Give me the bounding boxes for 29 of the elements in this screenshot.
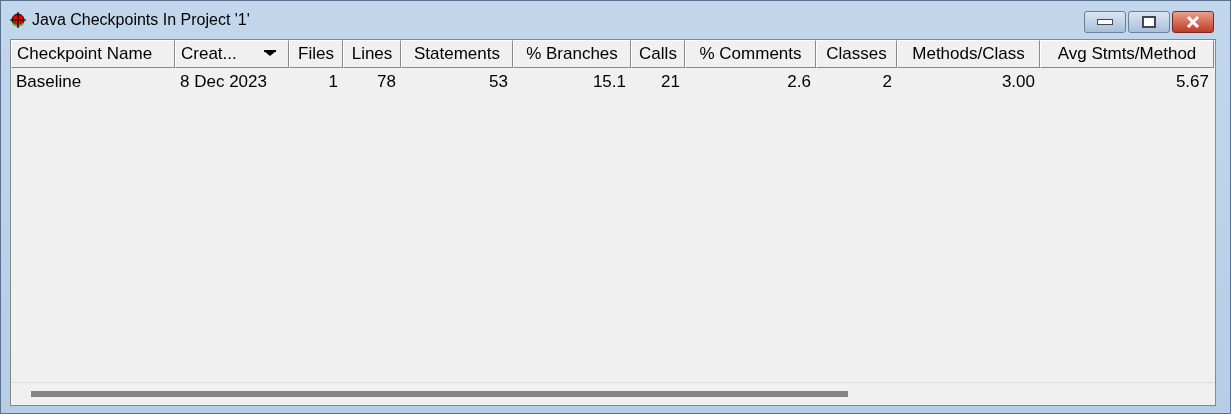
table-cell-text: 5.67 xyxy=(1174,72,1210,92)
table-cell-text: 3.00 xyxy=(1000,72,1036,92)
table-cell-text: 78 xyxy=(376,72,397,92)
table-cell-text: 2 xyxy=(881,72,893,92)
column-header[interactable]: Creat... xyxy=(175,40,289,68)
column-header[interactable]: Calls xyxy=(631,40,685,68)
sort-icon xyxy=(263,50,277,58)
column-header[interactable]: Avg Stmts/Method xyxy=(1040,40,1214,68)
close-button[interactable] xyxy=(1172,11,1214,33)
close-icon xyxy=(1185,16,1201,28)
crosshair-icon xyxy=(9,11,27,29)
column-header[interactable]: Statements xyxy=(401,40,513,68)
table-cell-text: Baseline xyxy=(15,72,83,92)
column-header[interactable]: Methods/Class xyxy=(897,40,1040,68)
table-cell-text: 1 xyxy=(327,72,339,92)
column-header[interactable]: Lines xyxy=(343,40,401,68)
table-cell-text: 21 xyxy=(660,72,681,92)
column-header[interactable]: % Comments xyxy=(685,40,816,68)
table-cell-text: 2.6 xyxy=(786,72,812,92)
minimize-button[interactable] xyxy=(1084,11,1126,33)
table-cell-text: 53 xyxy=(488,72,509,92)
maximize-button[interactable] xyxy=(1128,11,1170,33)
table-cell-text: 15.1 xyxy=(591,72,627,92)
column-header[interactable]: Checkpoint Name xyxy=(11,40,175,68)
column-header[interactable]: % Branches xyxy=(513,40,631,68)
table-cell-text: 8 Dec 2023 xyxy=(179,72,268,92)
column-header[interactable]: Files xyxy=(289,40,343,68)
window-title: Java Checkpoints In Project '1' xyxy=(32,11,250,29)
column-header[interactable]: Classes xyxy=(816,40,897,68)
